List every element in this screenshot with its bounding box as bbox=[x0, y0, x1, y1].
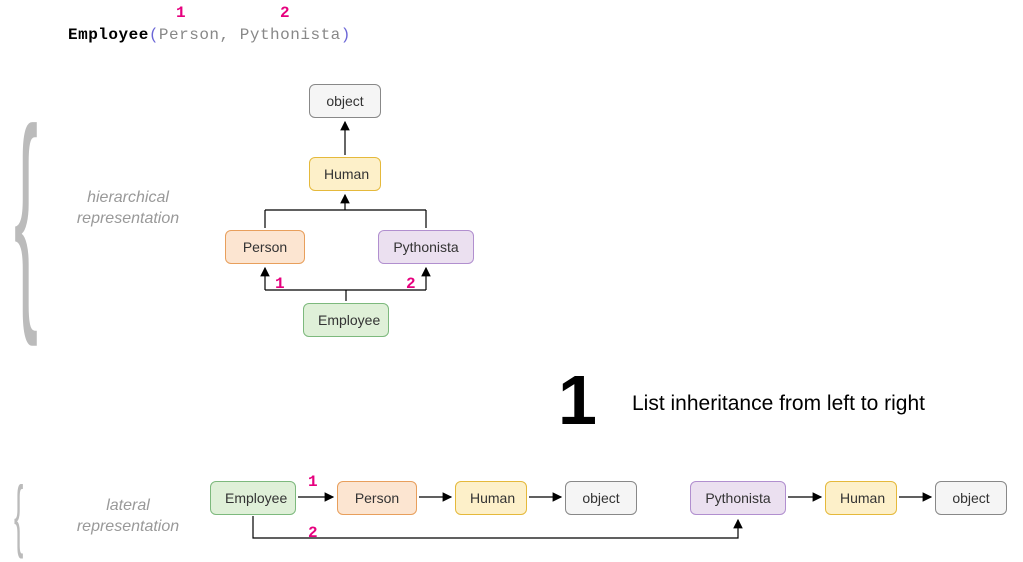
step-text: List inheritance from left to right bbox=[632, 392, 925, 416]
marker-h-2: 2 bbox=[406, 275, 416, 293]
node-object-l1: object bbox=[565, 481, 637, 515]
marker-l-2: 2 bbox=[308, 524, 318, 542]
node-person-h: Person bbox=[225, 230, 305, 264]
arrows-svg bbox=[0, 0, 1023, 562]
code-declaration: Employee(Person, Pythonista) bbox=[68, 26, 351, 44]
label-hierarchical-l2: representation bbox=[77, 210, 179, 227]
code-class-name: Employee bbox=[68, 26, 149, 44]
code-arg-1: Person bbox=[159, 26, 220, 44]
brace-lateral: { bbox=[14, 475, 23, 555]
node-employee-h: Employee bbox=[303, 303, 389, 337]
label-hierarchical-l1: hierarchical bbox=[87, 189, 169, 206]
code-arg-2: Pythonista bbox=[240, 26, 341, 44]
node-employee-l: Employee bbox=[210, 481, 296, 515]
node-person-l: Person bbox=[337, 481, 417, 515]
brace-hierarchical: { bbox=[14, 93, 38, 333]
label-lateral-l2: representation bbox=[77, 518, 179, 535]
code-marker-1: 1 bbox=[176, 4, 186, 22]
label-lateral-l1: lateral bbox=[106, 497, 150, 514]
marker-l-1: 1 bbox=[308, 473, 318, 491]
step-number: 1 bbox=[558, 360, 597, 440]
node-human-l2: Human bbox=[825, 481, 897, 515]
label-lateral: lateral representation bbox=[68, 496, 188, 538]
code-marker-2: 2 bbox=[280, 4, 290, 22]
paren-open: ( bbox=[149, 26, 159, 44]
paren-close: ) bbox=[341, 26, 351, 44]
node-human-l1: Human bbox=[455, 481, 527, 515]
code-comma: , bbox=[220, 26, 230, 44]
node-human-h: Human bbox=[309, 157, 381, 191]
marker-h-1: 1 bbox=[275, 275, 285, 293]
node-pythonista-h: Pythonista bbox=[378, 230, 474, 264]
node-object-l2: object bbox=[935, 481, 1007, 515]
label-hierarchical: hierarchical representation bbox=[68, 188, 188, 230]
node-pythonista-l: Pythonista bbox=[690, 481, 786, 515]
node-object-h: object bbox=[309, 84, 381, 118]
